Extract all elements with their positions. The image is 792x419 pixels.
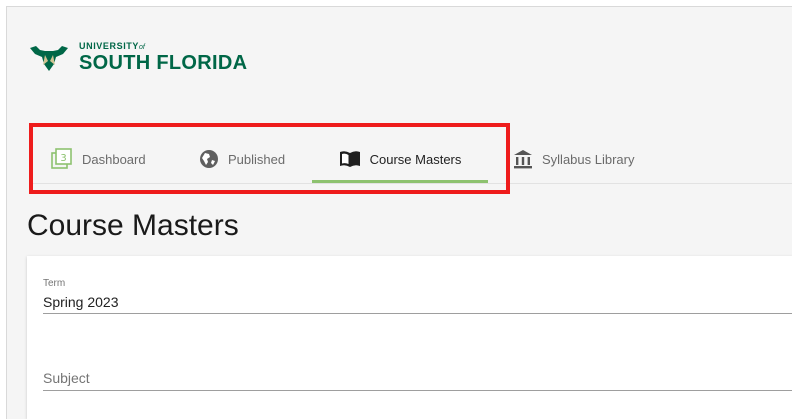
main-nav: 3 Dashboard Published Course Masters Syl…: [31, 135, 792, 184]
open-book-icon: [339, 150, 361, 168]
logo-line-south-florida: SOUTH FLORIDA: [79, 51, 248, 74]
app-window: UNIVERSITYof SOUTH FLORIDA 3 Dashboard P…: [6, 6, 792, 419]
term-value: Spring 2023: [43, 294, 119, 310]
logo-wordmark: UNIVERSITYof SOUTH FLORIDA: [79, 40, 248, 74]
tab-dashboard-label: Dashboard: [82, 151, 146, 167]
tab-syllabus-library[interactable]: Syllabus Library: [513, 135, 635, 183]
page-title: Course Masters: [27, 209, 239, 242]
subject-select[interactable]: Subject: [43, 366, 792, 391]
tab-published[interactable]: Published: [199, 135, 285, 183]
logo-university-text: UNIVERSITY: [79, 40, 140, 51]
tab-published-label: Published: [228, 151, 286, 167]
logo-of-text: of: [139, 43, 145, 51]
bull-horns-icon: [27, 40, 71, 74]
subject-label: Subject: [43, 370, 90, 386]
library-icon: [513, 149, 533, 169]
tab-course-masters[interactable]: Course Masters: [312, 135, 488, 183]
svg-text:3: 3: [60, 153, 66, 164]
term-select[interactable]: Term Spring 2023: [43, 278, 792, 314]
tab-course-masters-label: Course Masters: [369, 151, 462, 167]
filter-card: Term Spring 2023 Subject: [27, 256, 792, 419]
term-label: Term: [43, 278, 66, 289]
dashboard-icon: 3: [51, 148, 73, 170]
logo-line-university: UNIVERSITYof: [79, 40, 247, 51]
globe-icon: [199, 149, 219, 169]
tab-syllabus-library-label: Syllabus Library: [542, 151, 635, 167]
tab-dashboard[interactable]: 3 Dashboard: [51, 135, 146, 183]
usf-logo[interactable]: UNIVERSITYof SOUTH FLORIDA: [27, 40, 247, 74]
